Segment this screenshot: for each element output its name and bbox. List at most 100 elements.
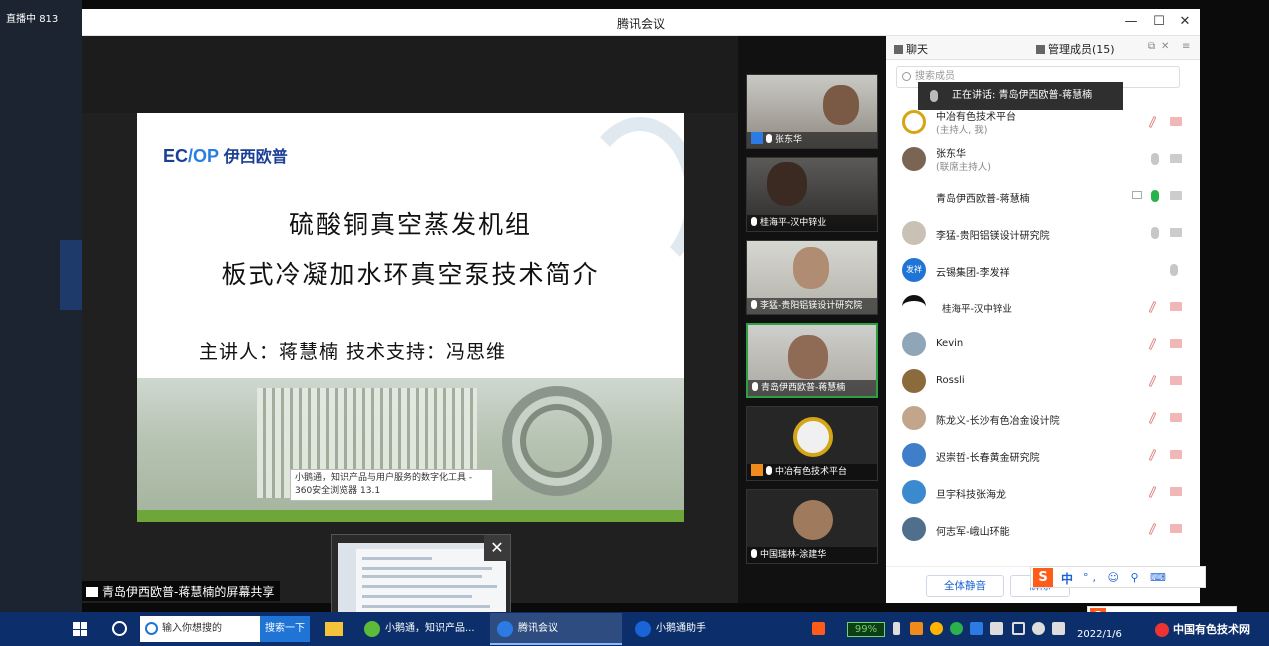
member-row[interactable]: 青岛伊西欧普-蒋慧楠 (886, 178, 1200, 214)
video-column: 张东华 桂海平-汉中锌业 李猛-贵阳铝镁设计研究院 青岛伊西欧普-蒋慧楠 中冶有 (738, 36, 886, 603)
screen-share-icon (1132, 191, 1142, 199)
member-row[interactable]: Kevin (886, 326, 1200, 362)
ime-mode[interactable]: 中 (1061, 570, 1073, 587)
member-name: 张东华 (936, 149, 966, 160)
maximize-button[interactable]: ☐ (1148, 12, 1170, 32)
camera-off-icon[interactable] (1170, 339, 1182, 348)
minimize-button[interactable]: — (1120, 12, 1142, 32)
speaking-text: 正在讲话: 青岛伊西欧普-蒋慧楠 (952, 90, 1093, 101)
mic-muted-icon[interactable] (1148, 411, 1157, 425)
mic-muted-icon[interactable] (1148, 522, 1157, 536)
cohost-badge-icon (751, 132, 763, 144)
member-row[interactable]: 旦宇科技张海龙 (886, 474, 1200, 510)
camera-off-icon[interactable] (1170, 487, 1182, 496)
ime-tools[interactable]: °, ☺ ⚲ ⌨ (1083, 571, 1170, 584)
member-row[interactable]: 发祥 云锡集团-李发祥 (886, 252, 1200, 288)
panel-menu-icon[interactable]: ≡ (1182, 41, 1190, 52)
member-row[interactable]: 桂海平-汉中锌业 (886, 289, 1200, 325)
taskbar-app-tencent-meeting[interactable]: 腾讯会议 (490, 613, 622, 645)
slide-swoosh-decoration (580, 117, 684, 277)
camera-icon[interactable] (1170, 191, 1182, 200)
green-footer-bar (137, 510, 684, 522)
tab-chat[interactable]: 聊天 (894, 41, 928, 57)
preview-close-button[interactable]: ✕ (484, 535, 510, 561)
mute-all-button[interactable]: 全体静音 (926, 575, 1004, 597)
camera-icon[interactable] (1170, 228, 1182, 237)
mic-icon (766, 466, 772, 475)
volume-icon[interactable] (1032, 622, 1045, 635)
language-icon[interactable] (1052, 622, 1065, 635)
xiaoetong-helper-icon (635, 621, 651, 637)
camera-off-icon[interactable] (1170, 450, 1182, 459)
member-row[interactable]: 李猛-贵阳铝镁设计研究院 (886, 215, 1200, 251)
stage-top-area (82, 36, 738, 113)
camera-off-icon[interactable] (1170, 413, 1182, 422)
usb-icon[interactable] (893, 622, 900, 635)
member-role: (联席主持人) (936, 162, 991, 173)
mic-icon[interactable] (1170, 264, 1178, 276)
wechat-icon[interactable] (950, 622, 963, 635)
camera-icon[interactable] (1170, 154, 1182, 163)
video-tile[interactable]: 李猛-贵阳铝镁设计研究院 (746, 240, 878, 315)
windows-start-icon[interactable] (73, 622, 87, 636)
cortana-icon[interactable] (112, 621, 127, 636)
mic-muted-icon[interactable] (1148, 374, 1157, 388)
tray-app-icon[interactable] (970, 622, 983, 635)
mic-muted-icon[interactable] (1148, 485, 1157, 499)
shared-slide: EC/OP 伊西欧普 硫酸铜真空蒸发机组 板式冷凝加水环真空泵技术简介 主讲人：… (137, 113, 684, 522)
slide-title-line2: 板式冷凝加水环真空泵技术简介 (221, 260, 600, 289)
avatar (902, 517, 926, 541)
sogou-tray-icon[interactable] (812, 622, 825, 635)
video-tile[interactable]: 中冶有色技术平台 (746, 406, 878, 481)
file-explorer-icon[interactable] (325, 622, 343, 636)
tray-app-icon[interactable] (910, 622, 923, 635)
tab-members[interactable]: 管理成员(15) (1036, 41, 1115, 57)
mic-muted-icon[interactable] (1148, 448, 1157, 462)
avatar (902, 480, 926, 504)
member-row[interactable]: 张东华 (联席主持人) (886, 141, 1200, 177)
mic-icon (751, 217, 757, 226)
video-tile[interactable]: 桂海平-汉中锌业 (746, 157, 878, 232)
video-tile[interactable]: 中国瑞林-涂建华 (746, 489, 878, 564)
screen-share-icon (86, 587, 98, 597)
mic-icon[interactable] (1151, 227, 1159, 239)
camera-off-icon[interactable] (1170, 302, 1182, 311)
camera-off-icon[interactable] (1170, 117, 1182, 126)
tray-app-icon[interactable] (930, 622, 943, 635)
slide-presenter-line: 主讲人：蒋慧楠 技术支持：冯思维 (199, 341, 507, 363)
taskbar-search-input[interactable]: 输入你想搜的 (140, 616, 260, 642)
taskbar-app-xiaoetong-helper[interactable]: 小鹅通助手 (628, 613, 753, 645)
clock-date[interactable]: 2022/1/6 (1077, 629, 1122, 640)
taskbar-app-xiaoetong[interactable]: 小鹅通，知识产品... (357, 613, 482, 645)
panel-tabs: 聊天 管理成员(15) ⧉ ✕ ≡ (886, 36, 1200, 60)
logo-part-b: /OP (188, 146, 219, 166)
camera-off-icon[interactable] (1170, 524, 1182, 533)
popout-icon[interactable]: ⧉ (1148, 41, 1155, 52)
avatar (902, 369, 926, 393)
network-icon[interactable] (1012, 622, 1025, 635)
member-row[interactable]: 陈龙义-长沙有色冶金设计院 (886, 400, 1200, 436)
taskbar-search-button[interactable]: 搜索一下 (260, 616, 310, 642)
video-tile-active[interactable]: 青岛伊西欧普-蒋慧楠 (746, 323, 878, 398)
member-row[interactable]: 迟崇哲-长春黄金研究院 (886, 437, 1200, 473)
mic-muted-icon[interactable] (1148, 115, 1157, 129)
member-row[interactable]: 何志军-峨山环能 (886, 511, 1200, 547)
display-icon[interactable] (990, 622, 1003, 635)
mic-icon[interactable] (1151, 153, 1159, 165)
battery-indicator[interactable]: 99% (847, 622, 885, 637)
mic-active-icon[interactable] (1151, 190, 1159, 202)
video-tile-name: 桂海平-汉中锌业 (747, 215, 877, 231)
live-label: 直播中 (6, 14, 36, 25)
member-row[interactable]: Rossli (886, 363, 1200, 399)
close-button[interactable]: ✕ (1174, 12, 1196, 32)
video-tile-name: 中国瑞林-涂建华 (747, 547, 877, 563)
mic-muted-icon[interactable] (1148, 300, 1157, 314)
mic-icon (766, 134, 772, 143)
video-tile[interactable]: 张东华 (746, 74, 878, 149)
mic-muted-icon[interactable] (1148, 337, 1157, 351)
live-indicator: 直播中 813 (6, 10, 58, 25)
member-name: 何志军-峨山环能 (936, 527, 1010, 538)
camera-off-icon[interactable] (1170, 376, 1182, 385)
panel-close-icon[interactable]: ✕ (1161, 41, 1169, 52)
screen: 直播中 813 腾讯会议 — ☐ ✕ EC/OP 伊西欧普 硫酸铜真空蒸发机组 … (0, 0, 1269, 646)
